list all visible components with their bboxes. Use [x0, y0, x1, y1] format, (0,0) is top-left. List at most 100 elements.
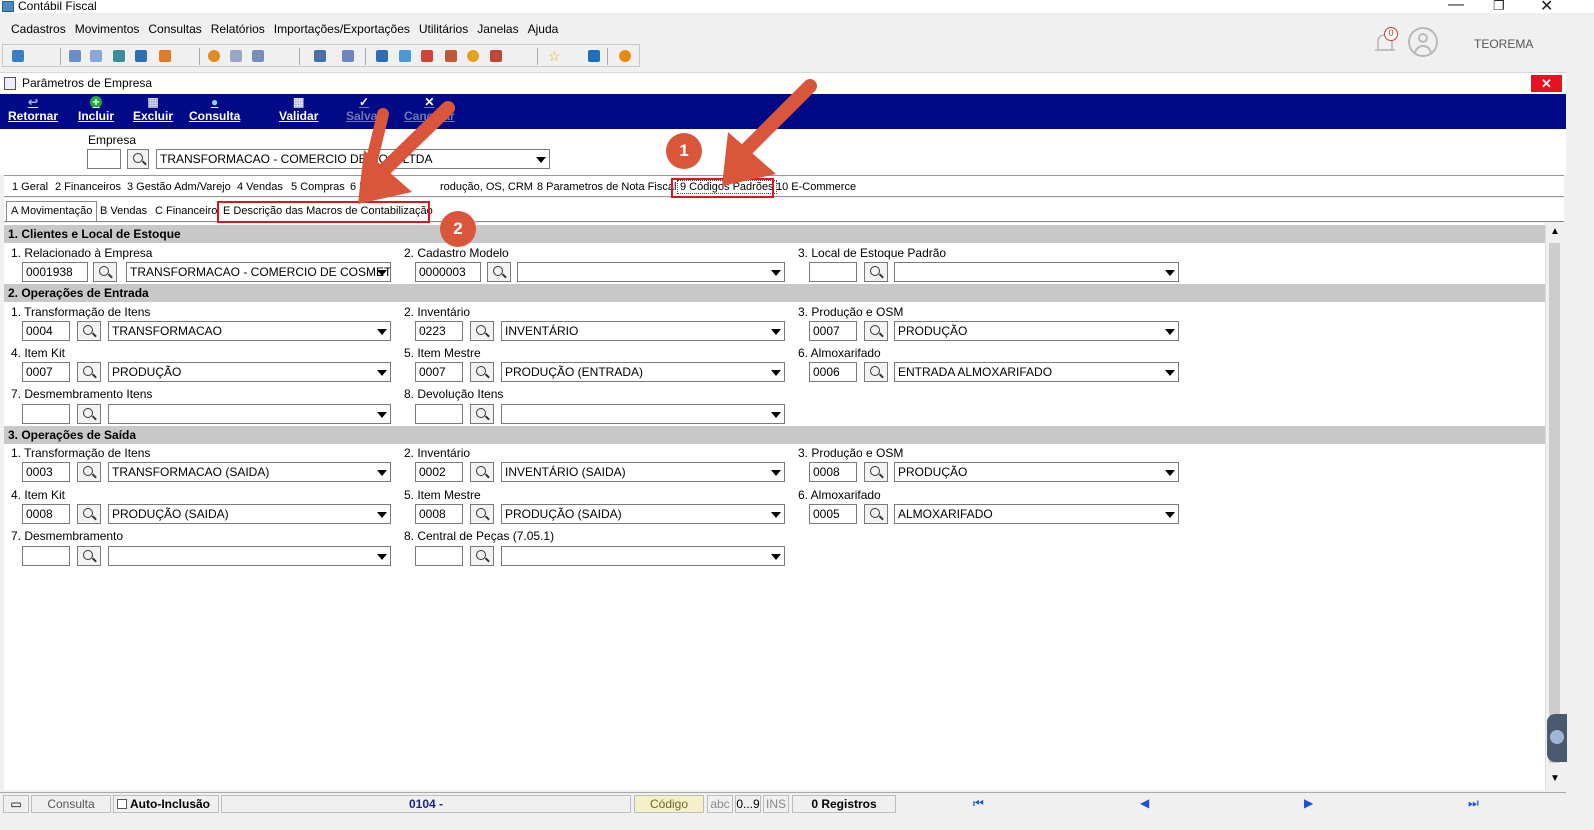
- entrada-devolucao-combo[interactable]: [501, 404, 785, 424]
- validar-button[interactable]: ▦ Validar: [279, 96, 318, 123]
- tool-icon-6[interactable]: [159, 50, 171, 62]
- relacionado-combo[interactable]: TRANSFORMACAO - COMERCIO DE COSMETI: [126, 262, 391, 282]
- close-app-button[interactable]: ✕: [1540, 0, 1553, 16]
- tool-icon-9[interactable]: [252, 50, 264, 62]
- saida-almoxarifado-combo[interactable]: ALMOXARIFADO: [894, 504, 1179, 524]
- excluir-button[interactable]: ▦ Excluir: [133, 96, 173, 123]
- close-window-button[interactable]: ✕: [1531, 75, 1562, 92]
- subtab-financeiro[interactable]: C Financeiro: [151, 202, 221, 222]
- saida-item-mestre-combo[interactable]: PRODUÇÃO (SAIDA): [501, 504, 785, 524]
- saida-central-pecas-combo[interactable]: [501, 546, 785, 566]
- subtab-movimentacao[interactable]: A Movimentação: [6, 201, 98, 221]
- entrada-item-kit-search[interactable]: [77, 362, 101, 382]
- empresa-search-button[interactable]: [127, 149, 149, 169]
- relacionado-search-button[interactable]: [93, 262, 117, 282]
- cadastro-modelo-search-button[interactable]: [487, 262, 511, 282]
- cadastro-modelo-combo[interactable]: [517, 262, 785, 282]
- entrada-item-kit-combo[interactable]: PRODUÇÃO: [108, 362, 391, 382]
- entrada-item-mestre-search[interactable]: [470, 362, 494, 382]
- side-panel-handle[interactable]: [1547, 714, 1567, 762]
- entrada-item-kit-code[interactable]: 0007: [22, 362, 70, 382]
- tool-icon-11[interactable]: [342, 50, 354, 62]
- entrada-desmembramento-combo[interactable]: [108, 404, 391, 424]
- saida-almoxarifado-code[interactable]: 0005: [809, 504, 857, 524]
- saida-transformacao-code[interactable]: 0003: [22, 462, 70, 482]
- tool-icon-12[interactable]: [376, 50, 388, 62]
- tool-icon-17[interactable]: [490, 50, 502, 62]
- tab-codigos-padroes[interactable]: 9 Códigos Padrões: [677, 180, 777, 194]
- saida-central-pecas-search[interactable]: [470, 546, 494, 566]
- entrada-transformacao-combo[interactable]: TRANSFORMACAO: [108, 321, 391, 341]
- cancelar-button[interactable]: ✕ Cancelar: [404, 96, 455, 123]
- entrada-producao-code[interactable]: 0007: [809, 321, 857, 341]
- last-record-icon[interactable]: ⏭: [1468, 796, 1479, 811]
- entrada-inventario-code[interactable]: 0223: [415, 321, 463, 341]
- entrada-desmembramento-code[interactable]: [22, 404, 70, 424]
- subtab-descricao-macros[interactable]: E Descrição das Macros de Contabilização: [219, 202, 437, 222]
- user-avatar-icon[interactable]: [1408, 27, 1438, 57]
- vertical-scrollbar[interactable]: ▲ ▼: [1545, 223, 1562, 790]
- local-estoque-code-input[interactable]: [809, 262, 857, 282]
- empresa-code-input[interactable]: [87, 149, 121, 169]
- menu-importacoes[interactable]: Importações/Exportações: [274, 22, 410, 36]
- entrada-devolucao-code[interactable]: [415, 404, 463, 424]
- menu-utilitarios[interactable]: Utilitários: [419, 22, 468, 36]
- tool-icon-4[interactable]: [113, 50, 125, 62]
- tab-6[interactable]: 6 E: [350, 181, 367, 193]
- saida-inventario-search[interactable]: [470, 462, 494, 482]
- entrada-inventario-combo[interactable]: INVENTÁRIO: [501, 321, 785, 341]
- saida-transformacao-search[interactable]: [77, 462, 101, 482]
- local-estoque-combo[interactable]: [894, 262, 1179, 282]
- salvar-button[interactable]: ✓ Salvar: [346, 96, 382, 123]
- retornar-button[interactable]: ↩ Retornar: [8, 96, 58, 123]
- menu-cadastros[interactable]: Cadastros: [11, 22, 66, 36]
- saida-desmembramento-code[interactable]: [22, 546, 70, 566]
- menu-ajuda[interactable]: Ajuda: [528, 22, 559, 36]
- entrada-almoxarifado-code[interactable]: 0006: [809, 362, 857, 382]
- saida-desmembramento-combo[interactable]: [108, 546, 391, 566]
- saida-desmembramento-search[interactable]: [77, 546, 101, 566]
- calendar-icon[interactable]: [421, 50, 433, 62]
- saida-almoxarifado-search[interactable]: [864, 504, 888, 524]
- tab-compras[interactable]: 5 Compras: [291, 181, 345, 193]
- tool-icon-10[interactable]: [314, 50, 326, 62]
- entrada-producao-search[interactable]: [864, 321, 888, 341]
- saida-item-kit-code[interactable]: 0008: [22, 504, 70, 524]
- saida-inventario-code[interactable]: 0002: [415, 462, 463, 482]
- menu-movimentos[interactable]: Movimentos: [75, 22, 140, 36]
- saida-producao-code[interactable]: 0008: [809, 462, 857, 482]
- tool-icon-1[interactable]: [12, 50, 24, 62]
- saida-central-pecas-code[interactable]: [415, 546, 463, 566]
- saida-inventario-combo[interactable]: INVENTÁRIO (SAIDA): [501, 462, 785, 482]
- calculator-icon[interactable]: [399, 50, 411, 62]
- tool-icon-2[interactable]: [69, 50, 81, 62]
- consulta-button[interactable]: ● Consulta: [189, 96, 240, 123]
- scroll-up-icon[interactable]: ▲: [1550, 226, 1560, 237]
- entrada-almoxarifado-combo[interactable]: ENTRADA ALMOXARIFADO: [894, 362, 1179, 382]
- entrada-devolucao-search[interactable]: [470, 404, 494, 424]
- minimize-button[interactable]: —: [1448, 0, 1464, 14]
- next-record-icon[interactable]: ▶: [1304, 796, 1313, 810]
- tool-icon-7[interactable]: [208, 50, 220, 62]
- prev-record-icon[interactable]: ◀: [1140, 796, 1149, 810]
- power-icon[interactable]: [619, 50, 631, 62]
- relacionado-code-input[interactable]: 0001938: [22, 262, 88, 282]
- entrada-item-mestre-combo[interactable]: PRODUÇÃO (ENTRADA): [501, 362, 785, 382]
- menu-consultas[interactable]: Consultas: [148, 22, 201, 36]
- entrada-transformacao-search[interactable]: [77, 321, 101, 341]
- tool-icon-16[interactable]: [467, 50, 479, 62]
- empresa-combo[interactable]: TRANSFORMACAO - COMERCIO DE CO S LTDA: [156, 149, 550, 169]
- saida-item-kit-search[interactable]: [77, 504, 101, 524]
- saida-item-kit-combo[interactable]: PRODUÇÃO (SAIDA): [108, 504, 391, 524]
- first-record-icon[interactable]: ⏮: [973, 796, 984, 811]
- entrada-inventario-search[interactable]: [470, 321, 494, 341]
- entrada-transformacao-code[interactable]: 0004: [22, 321, 70, 341]
- tool-icon-15[interactable]: [445, 50, 457, 62]
- subtab-vendas[interactable]: B Vendas: [96, 202, 151, 222]
- entrada-item-mestre-code[interactable]: 0007: [415, 362, 463, 382]
- tool-icon-18[interactable]: [588, 50, 600, 62]
- restore-button[interactable]: ❐: [1493, 0, 1505, 14]
- entrada-producao-combo[interactable]: PRODUÇÃO: [894, 321, 1179, 341]
- tab-financeiros[interactable]: 2 Financeiros: [55, 181, 121, 193]
- saida-item-mestre-code[interactable]: 0008: [415, 504, 463, 524]
